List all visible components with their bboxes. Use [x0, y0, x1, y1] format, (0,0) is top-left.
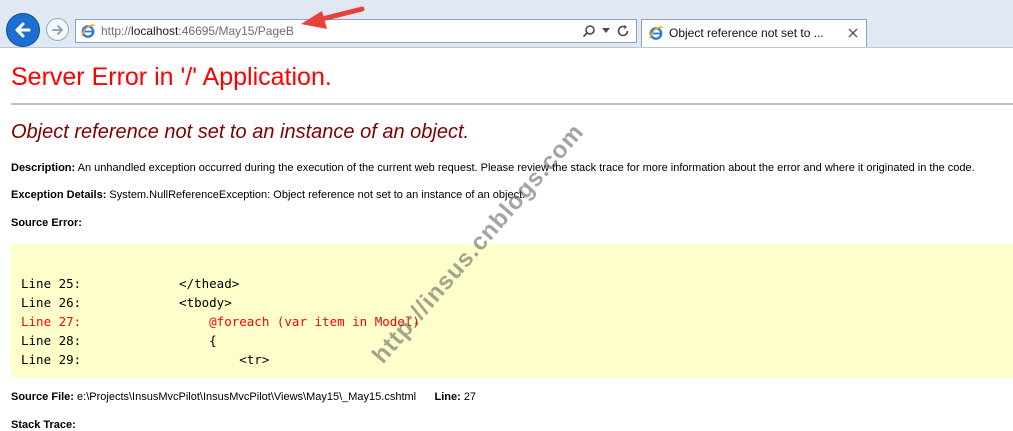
search-icon[interactable]	[582, 24, 596, 38]
error-message: Object reference not set to an instance …	[11, 121, 470, 143]
address-bar[interactable]: http://localhost:46695/May15/PageB	[75, 19, 637, 43]
description-label: Description:	[11, 162, 76, 174]
stack-trace-heading: Stack Trace:	[11, 419, 76, 431]
line-number: 27	[463, 391, 477, 403]
source-line-number: Line 27:	[21, 314, 82, 329]
url-host: localhost	[131, 24, 179, 38]
tab-title: Object reference not set to ...	[669, 26, 824, 40]
url-text[interactable]: http://localhost:46695/May15/PageB	[101, 24, 294, 38]
source-line: Line 29: <tr>	[21, 352, 269, 367]
source-file-line: Source File: e:\Projects\InsusMvcPilot\I…	[11, 391, 476, 403]
ie-logo-icon	[81, 24, 95, 38]
exception-details-label: Exception Details:	[11, 189, 107, 201]
source-error-heading: Source Error:	[11, 217, 82, 229]
source-line-code: <tr>	[81, 352, 270, 367]
source-line: Line 27: @foreach (var item in Model)	[21, 314, 420, 329]
tab-active[interactable]: Object reference not set to ...	[641, 19, 867, 47]
source-line-number: Line 28:	[21, 333, 82, 348]
horizontal-rule	[11, 103, 1013, 105]
address-tools	[582, 23, 630, 39]
page-title: Server Error in '/' Application.	[11, 63, 332, 91]
source-code: Line 25: </thead> Line 26: <tbody> Line …	[21, 274, 420, 369]
source-line-code: <tbody>	[81, 295, 232, 310]
source-code-block: Line 25: </thead> Line 26: <tbody> Line …	[11, 244, 1013, 378]
back-button[interactable]	[6, 13, 40, 47]
source-file-label: Source File:	[11, 391, 74, 403]
dropdown-icon[interactable]	[602, 28, 610, 34]
close-icon[interactable]	[846, 26, 860, 40]
source-line: Line 28: {	[21, 333, 217, 348]
line-label: Line:	[434, 391, 461, 403]
source-error-label: Source Error:	[11, 217, 82, 229]
url-prefix: http://	[101, 24, 132, 38]
browser-toolbar: http://localhost:46695/May15/PageB Objec…	[0, 0, 1013, 48]
ie-logo-icon	[649, 26, 663, 40]
source-line-code: </thead>	[81, 276, 240, 291]
forward-button[interactable]	[46, 18, 69, 41]
url-path: :46695/May15/PageB	[178, 24, 294, 38]
source-line: Line 26: <tbody>	[21, 295, 232, 310]
source-line-number: Line 26:	[21, 295, 82, 310]
source-line: Line 25: </thead>	[21, 276, 239, 291]
forward-icon	[51, 24, 63, 35]
back-icon	[15, 22, 31, 38]
source-line-number: Line 25:	[21, 276, 82, 291]
source-line-number: Line 29:	[21, 352, 82, 367]
stack-trace-label: Stack Trace:	[11, 419, 76, 431]
description-line: Description: An unhandled exception occu…	[11, 162, 975, 174]
source-file-path: e:\Projects\InsusMvcPilot\InsusMvcPilot\…	[77, 391, 417, 403]
source-line-code: @foreach (var item in Model)	[81, 314, 420, 329]
exception-details-text: System.NullReferenceException: Object re…	[109, 189, 526, 201]
refresh-icon[interactable]	[616, 24, 630, 38]
source-line-code: {	[81, 333, 217, 348]
exception-details-line: Exception Details: System.NullReferenceE…	[11, 189, 525, 201]
